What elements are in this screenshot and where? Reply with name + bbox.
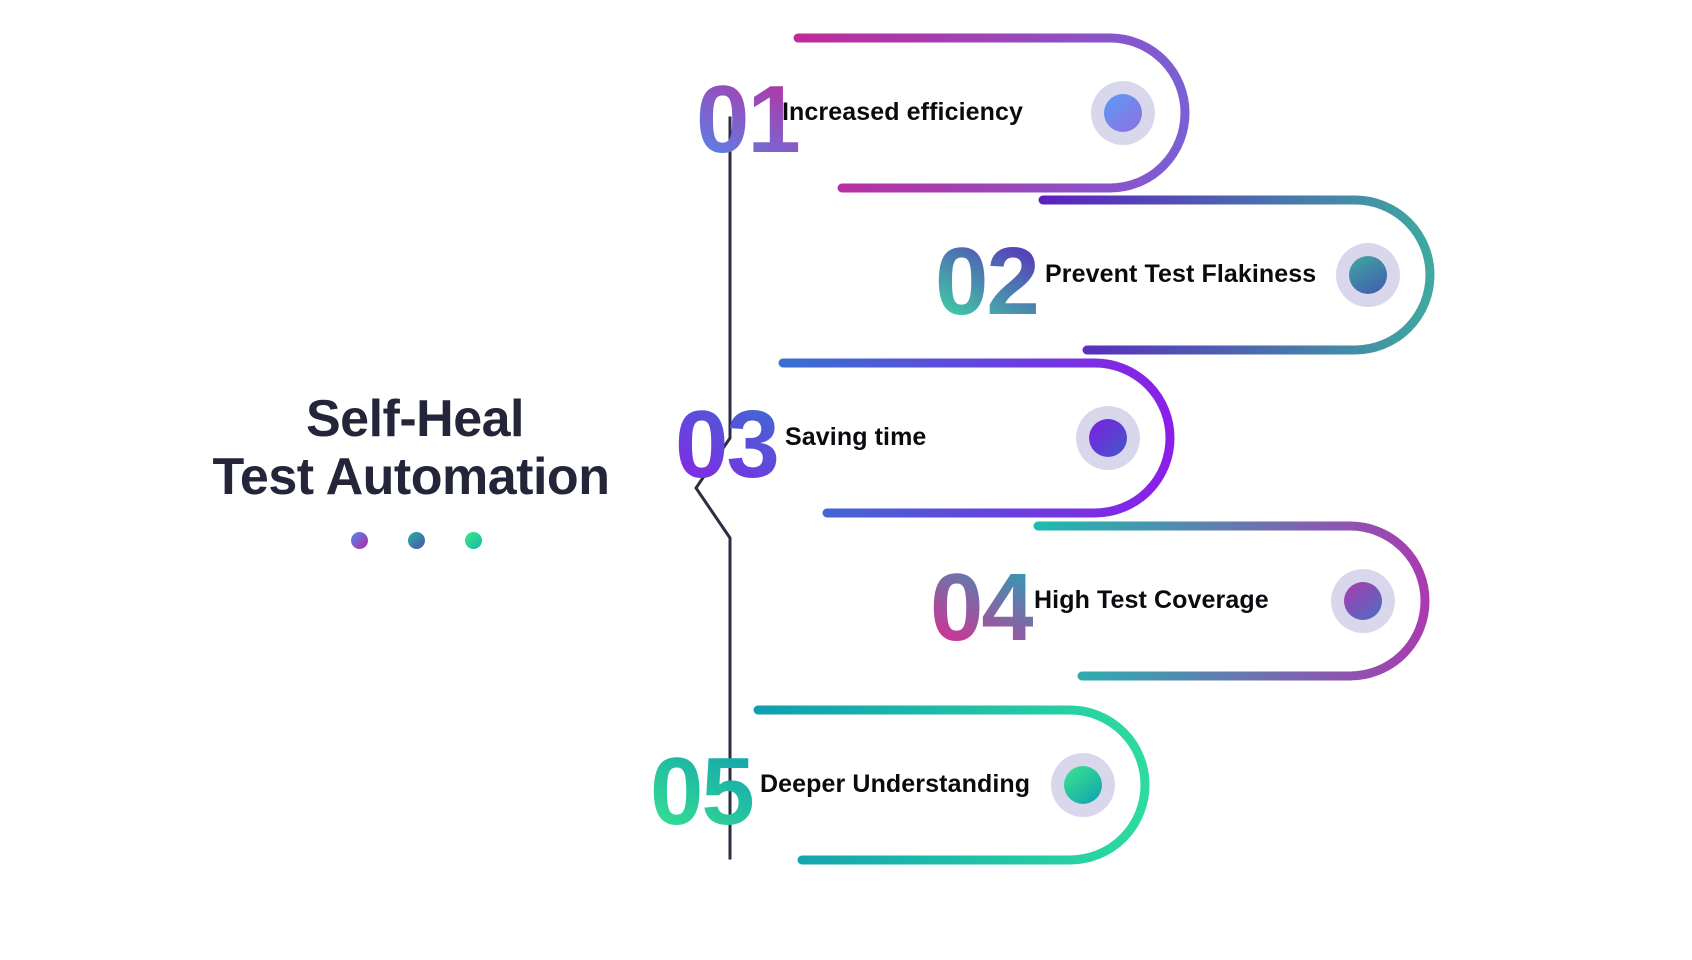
accent-dot-icon-2 [407, 532, 425, 550]
accent-dot-icon-1 [350, 532, 368, 550]
item-label: Saving time [785, 423, 927, 451]
list-item[interactable]: 01 Increased efficiency [696, 28, 1200, 208]
node-marker[interactable] [1091, 81, 1155, 145]
list-item[interactable]: 05 Deeper Understanding [650, 700, 1160, 880]
node-core-icon [1089, 419, 1127, 457]
node-core-icon [1104, 94, 1142, 132]
infographic-canvas: Self-Heal Test Automation 01 Increased e… [0, 0, 1692, 960]
list-item[interactable]: 04 High Test Coverage [930, 516, 1440, 696]
list-item[interactable]: 02 Prevent Test Flakiness [935, 190, 1445, 370]
title-dot-group [150, 532, 670, 550]
item-number: 05 [650, 738, 755, 845]
node-marker[interactable] [1331, 569, 1395, 633]
node-core-icon [1349, 256, 1387, 294]
page-title-line-2: Test Automation [212, 448, 610, 507]
node-marker[interactable] [1051, 753, 1115, 817]
node-core-icon [1064, 766, 1102, 804]
page-title-line-1: Self-Heal [305, 390, 525, 448]
node-marker[interactable] [1336, 243, 1400, 307]
accent-dot-icon-3 [464, 532, 482, 550]
item-label: Deeper Understanding [760, 770, 1031, 798]
item-number: 02 [935, 228, 1040, 335]
item-number: 03 [675, 391, 780, 498]
item-label: High Test Coverage [1034, 586, 1269, 614]
item-label: Prevent Test Flakiness [1045, 260, 1317, 288]
node-marker[interactable] [1076, 406, 1140, 470]
list-item[interactable]: 03 Saving time [675, 353, 1185, 533]
node-core-icon [1344, 582, 1382, 620]
title-block: Self-Heal Test Automation [150, 390, 670, 550]
item-number: 04 [930, 554, 1035, 661]
item-label: Increased efficiency [782, 98, 1024, 126]
